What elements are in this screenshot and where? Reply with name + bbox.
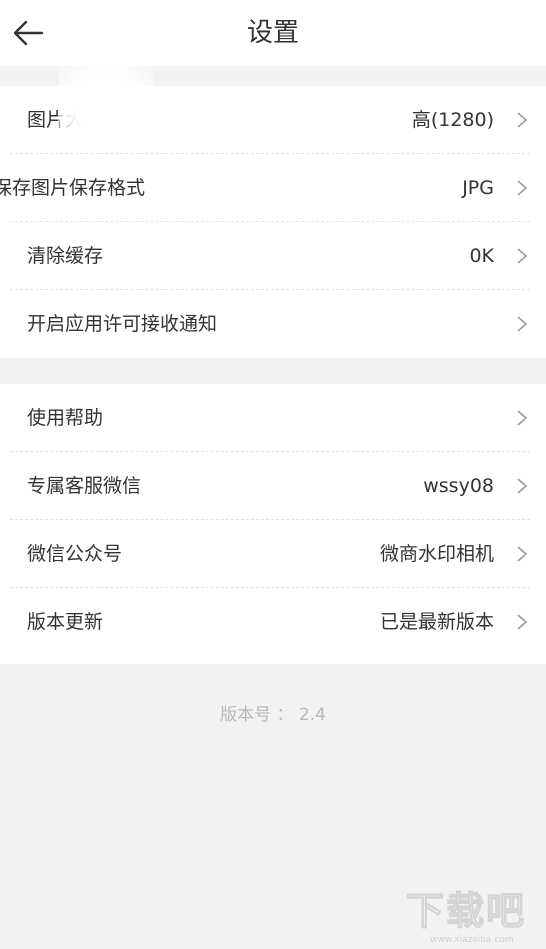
setting-row-save-format[interactable]: 保存图片保存格式 JPG [0, 154, 546, 222]
setting-row-official-account[interactable]: 微信公众号 微商水印相机 [0, 520, 546, 588]
setting-value: JPG [462, 177, 494, 199]
setting-row-clear-cache[interactable]: 清除缓存 0K [0, 222, 546, 290]
chevron-right-icon [517, 410, 528, 426]
chevron-right-icon [517, 248, 528, 264]
setting-value: 已是最新版本 [379, 611, 494, 633]
chevron-right-icon [517, 180, 528, 196]
setting-value: 高(1280) [411, 109, 494, 131]
chevron-right-icon [517, 112, 528, 128]
svg-text:www.xiazaiba.com: www.xiazaiba.com [430, 935, 514, 945]
setting-row-notifications[interactable]: 开启应用许可接收通知 [0, 290, 546, 358]
setting-label: 版本更新 [27, 611, 104, 633]
setting-row-help[interactable]: 使用帮助 [0, 384, 546, 452]
setting-label: 保存图片保存格式 [0, 177, 146, 199]
version-text: 版本号 ： 2.4 [220, 705, 326, 725]
setting-label: 微信公众号 [27, 543, 123, 565]
settings-group-general: 图片大小 高(1280) 保存图片保存格式 JPG 清除缓存 0K 开启应用许可… [0, 86, 546, 358]
setting-value: 微商水印相机 [379, 543, 494, 565]
setting-value: wssy08 [423, 475, 494, 497]
chevron-right-icon [517, 546, 528, 562]
setting-label: 清除缓存 [27, 245, 104, 267]
setting-label: 图片大小 [27, 109, 104, 131]
settings-group-support: 使用帮助 专属客服微信 wssy08 微信公众号 微商水印相机 版本更新 已是最… [0, 384, 546, 664]
setting-row-customer-service[interactable]: 专属客服微信 wssy08 [0, 452, 546, 520]
setting-row-version-update[interactable]: 版本更新 已是最新版本 [0, 588, 546, 656]
setting-label: 专属客服微信 [27, 475, 142, 497]
chevron-right-icon [517, 478, 528, 494]
setting-label: 开启应用许可接收通知 [27, 313, 218, 335]
site-watermark: 下载吧 www.xiazaiba.com [405, 888, 526, 945]
setting-row-image-size[interactable]: 图片大小 高(1280) [0, 86, 546, 154]
svg-text:下载吧: 下载吧 [406, 889, 526, 933]
chevron-right-icon [517, 614, 528, 630]
setting-label: 使用帮助 [27, 407, 104, 429]
page-title: 设置 [246, 18, 299, 48]
setting-value: 0K [469, 245, 494, 267]
chevron-right-icon [517, 316, 528, 332]
header-bar: 设置 [0, 0, 546, 66]
